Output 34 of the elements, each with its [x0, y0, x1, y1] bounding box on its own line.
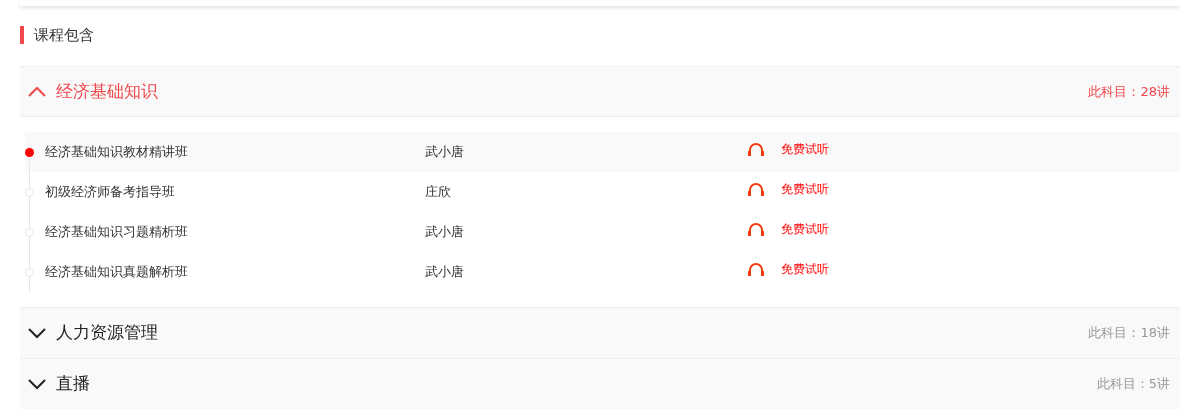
chevron-up-icon: [28, 86, 46, 97]
teacher-name: 武小唐: [425, 223, 465, 242]
lesson-row[interactable]: 经济基础知识真题解析班 武小唐 免费试听: [25, 252, 1180, 292]
lesson-title: 经济基础知识教材精讲班: [45, 143, 189, 162]
lesson-count: 此科目：28讲: [1088, 82, 1170, 101]
free-trial-link[interactable]: 免费试听: [748, 260, 829, 278]
accent-bar: [20, 26, 24, 44]
headphones-icon: [748, 142, 764, 156]
subject-header[interactable]: 经济基础知识 此科目：28讲: [20, 66, 1180, 117]
subject-title: 直播: [56, 372, 90, 396]
lesson-title: 经济基础知识习题精析班: [45, 223, 189, 242]
lesson-row[interactable]: 初级经济师备考指导班 庄欣 免费试听: [25, 172, 1180, 212]
chevron-down-icon: [28, 327, 46, 339]
teacher-name: 庄欣: [425, 183, 452, 202]
subject-header[interactable]: 直播 此科目：5讲: [20, 358, 1180, 409]
lesson-count: 此科目：5讲: [1096, 375, 1170, 394]
teacher-name: 武小唐: [425, 263, 465, 282]
headphones-icon: [748, 182, 764, 196]
subject-title: 经济基础知识: [56, 79, 158, 103]
section-heading: 课程包含: [34, 24, 94, 46]
lesson-row[interactable]: 经济基础知识教材精讲班 武小唐 免费试听: [25, 132, 1180, 172]
chevron-down-icon: [28, 378, 46, 390]
headphones-icon: [748, 222, 764, 236]
lesson-count: 此科目：18讲: [1088, 324, 1170, 343]
subject-title: 人力资源管理: [56, 321, 158, 345]
free-trial-link[interactable]: 免费试听: [748, 180, 829, 198]
free-trial-link[interactable]: 免费试听: [748, 220, 829, 238]
lesson-title: 初级经济师备考指导班: [45, 183, 176, 202]
lesson-title: 经济基础知识真题解析班: [45, 263, 189, 282]
headphones-icon: [748, 262, 764, 276]
free-trial-link[interactable]: 免费试听: [748, 140, 829, 158]
lesson-row[interactable]: 经济基础知识习题精析班 武小唐 免费试听: [25, 212, 1180, 252]
subject-header[interactable]: 人力资源管理 此科目：18讲: [20, 307, 1180, 358]
teacher-name: 武小唐: [425, 143, 465, 162]
